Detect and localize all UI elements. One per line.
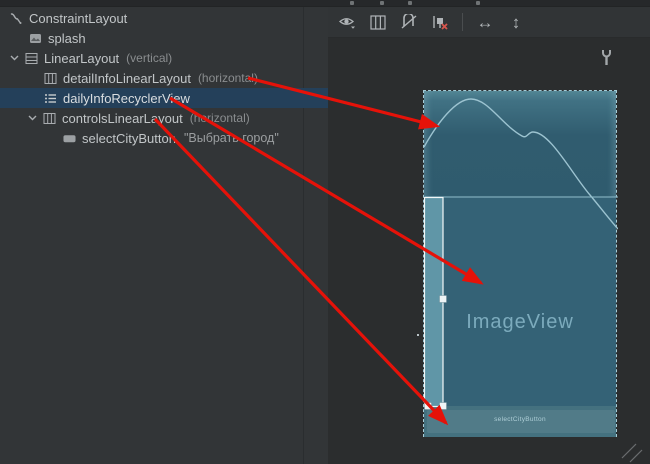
tree-item-label: detailInfoLinearLayout [63, 71, 191, 86]
selection-handle [440, 403, 447, 410]
tree-item-dailyinforecyclerview[interactable]: dailyInfoRecyclerView [0, 88, 328, 108]
button-icon [63, 132, 76, 145]
tree-item-label: dailyInfoRecyclerView [63, 91, 190, 106]
tree-item-controlslinearlayout[interactable]: controlsLinearLayout (horizontal) [0, 108, 328, 128]
autoconnect-off-icon[interactable] [398, 11, 420, 33]
constraint-icon [10, 12, 23, 25]
cutoff-toolbar-strip [0, 0, 650, 7]
orientation-annotation: (vertical) [126, 51, 172, 65]
tree-item-label: selectCityButton [82, 131, 176, 146]
orientation-annotation: (horizontal) [190, 111, 250, 125]
selection-handle [440, 296, 447, 303]
design-surface[interactable]: ImageView selectCityButton [328, 38, 650, 464]
button-highlight [427, 410, 615, 433]
anchor-dot [417, 334, 419, 336]
tree-item-detailinfolinearlayout[interactable]: detailInfoLinearLayout (horizontal) [0, 68, 328, 88]
eye-icon[interactable] [336, 11, 358, 33]
clear-constraints-icon[interactable] [429, 11, 451, 33]
design-panel: ↔ ↕ ImageView selectCityButton [328, 7, 650, 464]
tree-item-label: LinearLayout [44, 51, 119, 66]
selection-handle [425, 403, 432, 410]
columns-icon [43, 112, 56, 125]
resize-height-icon[interactable]: ↕ [505, 11, 527, 33]
layout-preview[interactable]: ImageView selectCityButton [423, 90, 617, 437]
preview-overlay [424, 91, 618, 438]
button-text-value: "Выбрать город" [184, 131, 279, 145]
cutoff-button-mark [408, 1, 412, 5]
resize-handle-icon[interactable] [620, 442, 644, 464]
design-toolbar: ↔ ↕ [328, 7, 650, 38]
tree-item-constraintlayout[interactable]: ConstraintLayout [0, 8, 328, 28]
resize-width-icon[interactable]: ↔ [474, 11, 496, 33]
toolbar-separator [462, 13, 463, 31]
cutoff-button-mark [476, 1, 480, 5]
column-guides-icon[interactable] [367, 11, 389, 33]
cutoff-button-mark [350, 1, 354, 5]
tree-item-label: splash [48, 31, 86, 46]
columns-icon [44, 72, 57, 85]
tree-item-splash[interactable]: splash [0, 28, 328, 48]
tree-item-label: controlsLinearLayout [62, 111, 183, 126]
list-icon [44, 92, 57, 105]
tree-item-selectcitybutton[interactable]: selectCityButton "Выбрать город" [0, 128, 328, 148]
tree-item-label: ConstraintLayout [29, 11, 127, 26]
splash-curve [424, 99, 618, 229]
chevron-down-icon[interactable] [26, 112, 38, 124]
rows-icon [25, 52, 38, 65]
component-tree-panel: ConstraintLayout splash LinearLayout (ve… [0, 7, 328, 464]
orientation-annotation: (horizontal) [198, 71, 258, 85]
tree-item-linearlayout[interactable]: LinearLayout (vertical) [0, 48, 328, 68]
cutoff-button-mark [380, 1, 384, 5]
image-icon [29, 32, 42, 45]
wrench-icon[interactable] [600, 49, 613, 71]
chevron-down-icon[interactable] [8, 52, 20, 64]
